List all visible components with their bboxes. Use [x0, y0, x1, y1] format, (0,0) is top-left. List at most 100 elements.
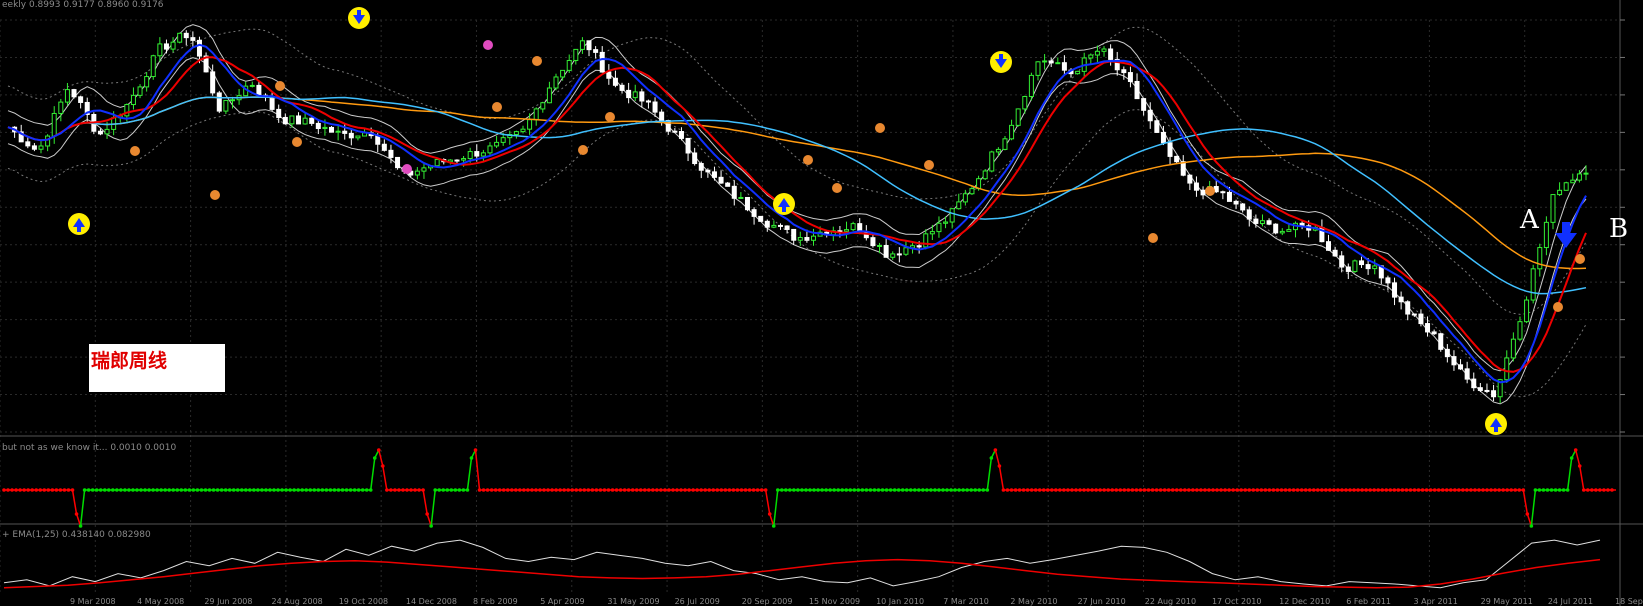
osc-dot: [683, 488, 687, 492]
osc-dot: [1267, 488, 1272, 492]
osc-dot: [1001, 488, 1006, 492]
osc-dot: [86, 488, 91, 492]
candle-body: [1015, 108, 1021, 126]
candle-body: [751, 209, 757, 217]
osc-dot: [1199, 488, 1203, 492]
signal-dot-icon: [402, 164, 412, 174]
osc-dot: [376, 448, 381, 452]
candle-body: [1326, 241, 1332, 251]
osc-dot: [852, 488, 857, 492]
candle-body: [586, 40, 592, 51]
osc-dot: [1404, 488, 1409, 492]
candle-body: [71, 89, 77, 98]
osc-dot: [296, 488, 300, 492]
osc-dot: [151, 488, 155, 492]
osc-dot: [90, 488, 95, 492]
osc-dot: [1114, 488, 1119, 492]
osc-dot: [1170, 488, 1175, 492]
osc-dot: [135, 488, 139, 492]
osc-segment: [1530, 489, 1537, 527]
candle-body: [685, 137, 691, 154]
candle-body: [513, 131, 519, 135]
osc-dot: [1416, 488, 1421, 492]
osc-dot: [163, 488, 167, 492]
osc-dot: [1122, 488, 1127, 492]
candle-body: [1510, 338, 1516, 359]
candle-body: [1259, 220, 1265, 224]
osc-dot: [139, 488, 143, 492]
osc-dot: [655, 488, 659, 492]
osc-dot: [272, 488, 276, 492]
candle-body: [1451, 356, 1457, 366]
candle-body: [1332, 249, 1338, 257]
osc-dot: [223, 488, 228, 492]
x-tick-label: 20 Sep 2009: [741, 597, 793, 606]
osc-dot: [155, 488, 159, 492]
osc-dot: [477, 488, 482, 492]
osc-dot: [981, 488, 986, 492]
osc-dot: [1525, 512, 1530, 516]
marker-a: A: [1520, 205, 1539, 235]
osc-dot: [1005, 488, 1010, 492]
candle-body: [395, 156, 401, 169]
x-tick-label: 14 Dec 2008: [405, 597, 457, 606]
candle-body: [1444, 348, 1450, 358]
candle-body: [216, 92, 222, 112]
osc-dot: [320, 488, 325, 492]
osc-dot: [143, 488, 147, 492]
marker-b: B: [1609, 214, 1629, 244]
osc-dot: [199, 488, 204, 492]
x-tick-label: 8 Feb 2009: [473, 597, 518, 606]
candle-body: [698, 163, 704, 171]
osc-dot: [808, 488, 812, 492]
osc-dot: [344, 488, 349, 492]
osc-dot: [1182, 488, 1187, 492]
candle-body: [315, 122, 321, 130]
osc-dot: [534, 488, 538, 492]
candle-body: [1345, 266, 1351, 272]
x-tick-label: 4 May 2008: [137, 597, 185, 606]
candle-body: [289, 115, 295, 125]
candle-body: [31, 145, 37, 150]
osc-dot: [546, 488, 550, 492]
osc-dot: [227, 488, 232, 492]
osc-dot: [437, 488, 442, 492]
osc-dot: [784, 488, 788, 492]
candle-body: [777, 224, 783, 227]
osc-dot: [1162, 488, 1167, 492]
candle-body: [553, 76, 559, 89]
osc-dot: [256, 488, 260, 492]
osc-dot: [175, 488, 180, 492]
osc-segment: [422, 489, 428, 515]
signal-dot-icon: [210, 190, 220, 200]
signal-dot-icon: [875, 123, 885, 133]
osc-dot: [630, 488, 635, 492]
candle-body: [1226, 191, 1232, 202]
candle-body: [157, 43, 163, 57]
osc-segment: [994, 449, 1001, 467]
osc-dot: [957, 488, 961, 492]
osc-dot: [66, 488, 71, 492]
osc-dot: [965, 488, 969, 492]
candle-body: [956, 201, 962, 210]
candle-body: [573, 48, 579, 61]
osc-dot: [501, 488, 506, 492]
x-tick-label: 9 Mar 2008: [70, 597, 116, 606]
osc-dot: [1021, 488, 1026, 492]
osc-dot: [1513, 488, 1518, 492]
osc-dot: [1372, 488, 1376, 492]
osc-dot: [671, 488, 675, 492]
osc-dot: [1585, 488, 1590, 492]
osc-dot: [590, 488, 595, 492]
osc-dot: [147, 488, 151, 492]
osc-dot: [985, 488, 990, 492]
osc-dot: [1219, 488, 1223, 492]
osc-segment: [1574, 449, 1581, 467]
candle-body: [1398, 296, 1404, 303]
osc-dot: [1332, 488, 1336, 492]
candle-body: [599, 51, 605, 73]
osc-dot: [800, 488, 804, 492]
osc-dot: [1364, 488, 1368, 492]
candle-body: [1563, 182, 1569, 191]
osc-dot: [1094, 488, 1098, 492]
